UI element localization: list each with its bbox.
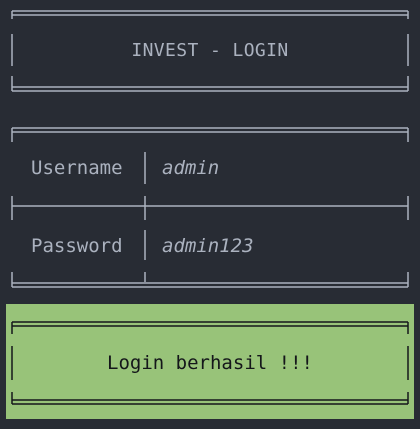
success-message: Login berhasil !!! — [107, 352, 313, 374]
